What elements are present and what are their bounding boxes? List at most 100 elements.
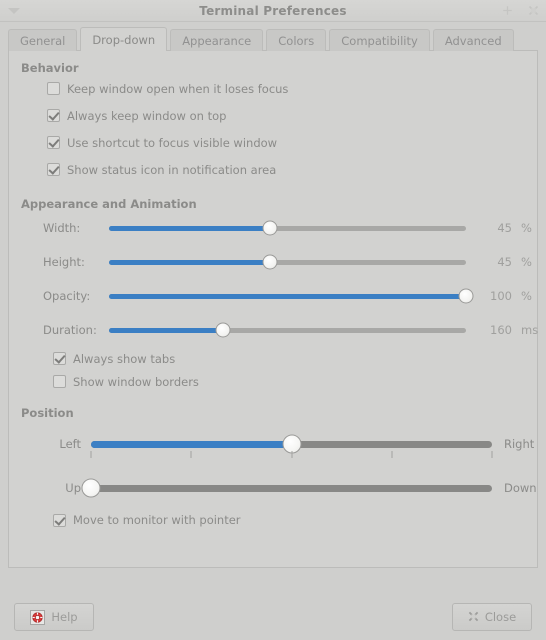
slider-fill [109, 327, 224, 333]
position-left-label: Left [59, 437, 81, 451]
slider-label: Width: [43, 221, 81, 235]
checkbox-show-window-borders[interactable]: Show window borders [21, 370, 525, 393]
checkbox-use-shortcut-focus[interactable]: Use shortcut to focus visible window [21, 129, 525, 156]
slider-value: 45 [497, 255, 512, 269]
checkbox-always-show-tabs[interactable]: Always show tabs [21, 347, 525, 370]
height-slider[interactable] [109, 253, 466, 271]
tab-advanced[interactable]: Advanced [432, 29, 514, 51]
slider-tick [90, 451, 92, 458]
checkbox-box-icon[interactable] [47, 82, 60, 95]
slider-track[interactable] [109, 259, 466, 265]
slider-knob[interactable] [215, 322, 231, 338]
window-title: Terminal Preferences [199, 3, 347, 18]
checkbox-label: Always keep window on top [67, 108, 227, 123]
titlebar-right-controls [500, 0, 540, 21]
checkbox-checked-icon[interactable] [53, 352, 66, 365]
slider-value: 160 [490, 323, 512, 337]
help-button-label: Help [51, 610, 78, 624]
position-right-label: Right [504, 437, 535, 451]
slider-knob[interactable] [262, 220, 278, 236]
behavior-section-title: Behavior [21, 61, 79, 75]
lifebuoy-help-icon [30, 609, 46, 625]
window-titlebar: Terminal Preferences [0, 0, 546, 22]
checkbox-label: Keep window open when it loses focus [67, 81, 289, 96]
duration-slider[interactable] [109, 321, 466, 339]
titlebar-left-controls [8, 0, 20, 21]
slider-tick [190, 451, 192, 458]
checkbox-show-status-icon[interactable]: Show status icon in notification area [21, 156, 525, 183]
slider-track[interactable] [109, 293, 466, 299]
tab-label: General [20, 33, 66, 48]
checkbox-checked-icon[interactable] [47, 163, 60, 176]
horizontal-position-row: Left Right [21, 429, 534, 459]
tab-drop-down[interactable]: Drop-down [80, 27, 168, 51]
slider-unit: % [521, 221, 532, 235]
checkbox-checked-icon[interactable] [53, 513, 66, 527]
tab-label: Advanced [444, 33, 502, 48]
slider-fill [91, 440, 292, 448]
tab-bar: General Drop-down Appearance Colors Comp… [8, 27, 538, 51]
slider-tick [491, 451, 493, 458]
checkbox-label: Move to monitor with pointer [73, 513, 241, 527]
tab-colors[interactable]: Colors [266, 29, 327, 51]
slider-track[interactable] [109, 327, 466, 333]
slider-fill [109, 225, 270, 231]
slider-knob[interactable] [81, 478, 101, 498]
preferences-notebook: General Drop-down Appearance Colors Comp… [8, 27, 538, 568]
slider-tick [391, 451, 393, 458]
drop-down-tab-panel: Behavior Keep window open when it loses … [8, 50, 538, 568]
slider-unit: ms [521, 323, 539, 337]
slider-label: Duration: [43, 323, 97, 337]
slider-track[interactable] [91, 484, 492, 492]
checkbox-label: Show window borders [73, 374, 199, 389]
appearance-animation-section: Appearance and Animation Width: 45 % Hei… [9, 183, 538, 393]
slider-unit: % [521, 289, 532, 303]
slider-knob[interactable] [262, 254, 278, 270]
slider-track[interactable] [109, 225, 466, 231]
slider-row-width: Width: 45 % [21, 211, 532, 245]
tab-label: Appearance [182, 33, 252, 48]
slider-row-duration: Duration: 160 ms [21, 313, 538, 347]
width-slider[interactable] [109, 219, 466, 237]
opacity-slider[interactable] [109, 287, 474, 305]
slider-label: Height: [43, 255, 85, 269]
vertical-position-row: Up Down [21, 473, 537, 503]
checkbox-box-icon[interactable] [53, 375, 66, 388]
position-section: Position Left Right Up Down Move to moni… [9, 393, 537, 533]
behavior-section: Behavior Keep window open when it loses … [9, 51, 537, 183]
slider-ticks [90, 451, 493, 459]
checkbox-keep-window-open[interactable]: Keep window open when it loses focus [21, 75, 525, 102]
checkbox-label: Show status icon in notification area [67, 162, 277, 177]
close-button[interactable]: Close [452, 603, 532, 631]
position-section-title: Position [21, 406, 74, 420]
window-close-icon[interactable] [526, 4, 540, 18]
slider-label: Opacity: [43, 289, 91, 303]
close-button-label: Close [484, 610, 517, 624]
help-button[interactable]: Help [14, 603, 94, 631]
minimize-icon[interactable] [500, 4, 514, 18]
slider-value: 100 [490, 289, 512, 303]
position-down-label: Down [504, 481, 537, 495]
slider-fill [109, 293, 466, 299]
tab-label: Colors [278, 33, 315, 48]
checkbox-move-to-monitor[interactable]: Move to monitor with pointer [21, 507, 525, 533]
checkbox-checked-icon[interactable] [47, 109, 60, 122]
slider-row-opacity: Opacity: 100 % [21, 279, 532, 313]
checkbox-always-keep-on-top[interactable]: Always keep window on top [21, 102, 525, 129]
checkbox-label: Use shortcut to focus visible window [67, 135, 278, 150]
slider-value: 45 [497, 221, 512, 235]
slider-row-height: Height: 45 % [21, 245, 532, 279]
horizontal-position-slider[interactable] [90, 434, 493, 458]
tab-compatibility[interactable]: Compatibility [329, 29, 430, 51]
tab-appearance[interactable]: Appearance [170, 29, 264, 51]
slider-fill [109, 259, 270, 265]
checkbox-checked-icon[interactable] [47, 136, 60, 149]
slider-knob[interactable] [458, 288, 474, 304]
slider-unit: % [521, 255, 532, 269]
tab-general[interactable]: General [8, 29, 78, 51]
vertical-position-slider[interactable] [81, 478, 492, 498]
checkbox-label: Always show tabs [73, 351, 176, 366]
close-x-icon [468, 611, 479, 624]
triangle-down-icon[interactable] [8, 7, 20, 14]
tab-label: Compatibility [341, 33, 418, 48]
